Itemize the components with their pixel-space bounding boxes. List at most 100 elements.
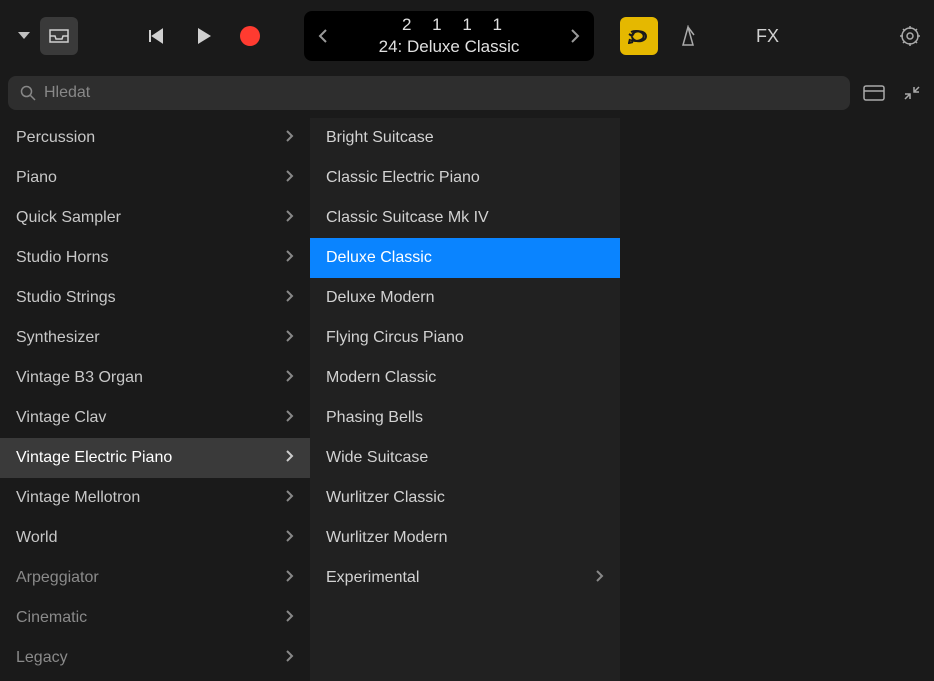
collapse-button[interactable]	[898, 82, 926, 104]
preset-item[interactable]: Classic Electric Piano	[310, 158, 620, 198]
preset-label: Classic Electric Piano	[326, 169, 480, 187]
library-button[interactable]	[40, 17, 78, 55]
category-label: Quick Sampler	[16, 209, 121, 227]
chevron-right-icon	[286, 129, 294, 147]
preset-item[interactable]: Modern Classic	[310, 358, 620, 398]
fx-button[interactable]: FX	[756, 26, 779, 47]
chevron-left-icon	[318, 29, 328, 43]
chevron-right-icon	[286, 569, 294, 587]
category-item[interactable]: Vintage B3 Organ	[0, 358, 310, 398]
category-label: World	[16, 529, 58, 547]
category-item[interactable]: Studio Strings	[0, 278, 310, 318]
chevron-right-icon	[570, 29, 580, 43]
lcd-display: 2 1 1 1 24: Deluxe Classic	[304, 11, 594, 61]
category-item[interactable]: Studio Horns	[0, 238, 310, 278]
lcd-content[interactable]: 2 1 1 1 24: Deluxe Classic	[332, 14, 566, 58]
gear-icon	[899, 25, 921, 47]
chevron-right-icon	[286, 449, 294, 467]
metronome-icon	[679, 25, 697, 47]
go-to-start-button[interactable]	[144, 24, 168, 48]
category-item[interactable]: World	[0, 518, 310, 558]
preset-item[interactable]: Classic Suitcase Mk IV	[310, 198, 620, 238]
chevron-right-icon	[286, 409, 294, 427]
search-input[interactable]	[44, 84, 838, 102]
category-column[interactable]: Percussion Piano Quick Sampler Studio Horns…	[0, 118, 310, 681]
toolbar: 2 1 1 1 24: Deluxe Classic FX	[0, 0, 934, 72]
category-label: Vintage Mellotron	[16, 489, 140, 507]
skip-back-icon	[148, 28, 164, 44]
cycle-button[interactable]	[620, 17, 658, 55]
lcd-next-button[interactable]	[566, 27, 584, 45]
category-label: Percussion	[16, 129, 95, 147]
preset-item[interactable]: Flying Circus Piano	[310, 318, 620, 358]
inbox-icon	[48, 28, 70, 44]
transport-controls	[144, 24, 260, 48]
category-label: Arpeggiator	[16, 569, 99, 587]
browser: Percussion Piano Quick Sampler Studio Horns…	[0, 118, 934, 681]
chevron-right-icon	[286, 329, 294, 347]
preset-label: Bright Suitcase	[326, 129, 434, 147]
chevron-right-icon	[286, 209, 294, 227]
collapse-icon	[903, 84, 921, 102]
toolbar-right	[898, 24, 922, 48]
preset-label: Flying Circus Piano	[326, 329, 464, 347]
triangle-down-icon	[17, 31, 31, 41]
preset-item[interactable]: Deluxe Classic	[310, 238, 620, 278]
category-label: Studio Strings	[16, 289, 116, 307]
category-label: Cinematic	[16, 609, 87, 627]
panel-icon	[863, 85, 885, 101]
search-wrap	[8, 76, 850, 110]
category-item[interactable]: Vintage Mellotron	[0, 478, 310, 518]
chevron-right-icon	[286, 529, 294, 547]
preset-label: Wurlitzer Classic	[326, 489, 445, 507]
preset-item[interactable]: Wurlitzer Classic	[310, 478, 620, 518]
preset-label: Modern Classic	[326, 369, 436, 387]
record-button[interactable]	[240, 26, 260, 46]
chevron-right-icon	[286, 169, 294, 187]
disclosure-button[interactable]	[12, 24, 36, 48]
chevron-right-icon	[286, 609, 294, 627]
chevron-right-icon	[596, 569, 604, 587]
lcd-prev-button[interactable]	[314, 27, 332, 45]
settings-button[interactable]	[898, 24, 922, 48]
category-item[interactable]: Vintage Clav	[0, 398, 310, 438]
preset-label: Classic Suitcase Mk IV	[326, 209, 489, 227]
category-item[interactable]: Cinematic	[0, 598, 310, 638]
category-label: Vintage Clav	[16, 409, 106, 427]
search-row	[0, 72, 934, 118]
preset-label: Deluxe Classic	[326, 249, 432, 267]
preset-label: Phasing Bells	[326, 409, 423, 427]
category-item[interactable]: Synthesizer	[0, 318, 310, 358]
detail-column	[620, 118, 934, 681]
preset-item[interactable]: Deluxe Modern	[310, 278, 620, 318]
view-mode-button[interactable]	[860, 82, 888, 104]
chevron-right-icon	[286, 489, 294, 507]
category-item[interactable]: Piano	[0, 158, 310, 198]
metronome-button[interactable]	[676, 24, 700, 48]
preset-item[interactable]: Bright Suitcase	[310, 118, 620, 158]
category-item[interactable]: Legacy	[0, 638, 310, 678]
lcd-position: 2 1 1 1	[332, 14, 566, 36]
search-icon	[20, 85, 36, 101]
category-item[interactable]: Percussion	[0, 118, 310, 158]
category-item[interactable]: Arpeggiator	[0, 558, 310, 598]
chevron-right-icon	[286, 369, 294, 387]
category-label: Legacy	[16, 649, 68, 667]
play-icon	[196, 27, 212, 45]
chevron-right-icon	[286, 649, 294, 667]
preset-item[interactable]: Phasing Bells	[310, 398, 620, 438]
play-button[interactable]	[192, 24, 216, 48]
category-label: Studio Horns	[16, 249, 109, 267]
lcd-patch-name: 24: Deluxe Classic	[332, 36, 566, 58]
toolbar-left	[12, 17, 78, 55]
category-item[interactable]: Vintage Electric Piano	[0, 438, 310, 478]
category-item[interactable]: Quick Sampler	[0, 198, 310, 238]
preset-item[interactable]: Experimental	[310, 558, 620, 598]
category-label: Synthesizer	[16, 329, 100, 347]
preset-label: Deluxe Modern	[326, 289, 435, 307]
preset-label: Experimental	[326, 569, 419, 587]
preset-item[interactable]: Wurlitzer Modern	[310, 518, 620, 558]
preset-column[interactable]: Bright Suitcase Classic Electric Piano Cla…	[310, 118, 620, 681]
cycle-icon	[628, 28, 650, 44]
preset-item[interactable]: Wide Suitcase	[310, 438, 620, 478]
